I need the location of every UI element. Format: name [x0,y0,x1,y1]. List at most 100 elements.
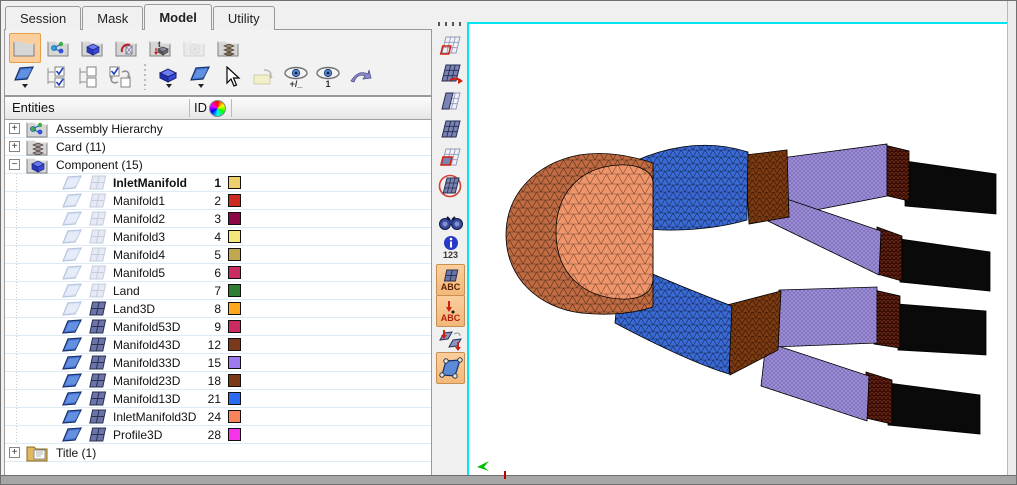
geometry-icon[interactable] [61,354,83,372]
mesh-icon[interactable] [88,408,108,426]
visualization-button[interactable] [436,352,465,384]
show-hide-button[interactable]: +/_ [281,63,311,91]
tree-component-row[interactable]: Manifold23D18 [5,372,431,390]
mesh-icon[interactable] [88,210,108,228]
color-swatch[interactable] [228,284,241,297]
tree-component-row[interactable]: Manifold45 [5,246,431,264]
spherical-clip-button[interactable] [436,172,465,200]
color-wheel-icon[interactable] [209,100,226,117]
tree-component-row[interactable]: Manifold33D15 [5,354,431,372]
expand-toggle[interactable]: + [9,123,20,134]
geometry-icon[interactable] [61,318,83,336]
viewport-3d[interactable] [467,22,1010,478]
mesh-icon[interactable] [88,318,108,336]
mesh-icon[interactable] [88,390,108,408]
display-feature-mode-button[interactable] [436,145,465,173]
component-view-button[interactable] [77,33,109,63]
geometry-icon[interactable] [61,210,83,228]
tree-component-row[interactable]: Manifold12 [5,192,431,210]
color-swatch[interactable] [228,302,241,315]
tab-session[interactable]: Session [5,6,81,30]
pointer-select-button[interactable] [217,63,247,91]
display-filled-mode-button[interactable] [436,117,465,145]
geometry-icon[interactable] [61,408,83,426]
mesh-icon[interactable] [88,264,108,282]
color-swatch[interactable] [228,428,241,441]
display-wire-mode-button[interactable] [436,33,465,61]
tree-component-row[interactable]: Manifold56 [5,264,431,282]
element-collector-dropdown[interactable] [153,63,183,91]
mesh-icon[interactable] [88,228,108,246]
tree-component-row[interactable]: Manifold53D9 [5,318,431,336]
color-swatch[interactable] [228,194,241,207]
id-column-header[interactable]: ID [194,100,207,115]
geometry-icon[interactable] [61,426,83,444]
display-mixed-mode-button[interactable] [436,89,465,117]
folder-view-button[interactable] [9,33,41,63]
geometry-icon[interactable] [61,372,83,390]
geometry-icon[interactable] [61,246,83,264]
geometry-icon[interactable] [61,390,83,408]
mesh-icon[interactable] [88,300,108,318]
element-labels-button[interactable]: ABC [436,264,465,296]
tab-mask[interactable]: Mask [82,6,143,30]
undo-view-button[interactable] [345,63,375,91]
tab-utility[interactable]: Utility [213,6,275,30]
tree-component-row[interactable]: InletManifold3D24 [5,408,431,426]
reverse-check-button[interactable] [105,63,135,91]
mesh-icon[interactable] [88,336,108,354]
numbers-button[interactable]: 123 [436,230,465,264]
expand-toggle[interactable]: + [9,141,20,152]
tree-component-row[interactable]: Manifold43D12 [5,336,431,354]
tree-component-row[interactable]: Land3D8 [5,300,431,318]
collapse-toggle[interactable]: − [9,159,20,170]
geometry-icon[interactable] [61,228,83,246]
color-swatch[interactable] [228,320,241,333]
color-swatch[interactable] [228,410,241,423]
geometry-icon[interactable] [61,192,83,210]
tree-component-row[interactable]: Manifold23 [5,210,431,228]
tree-component-row[interactable]: Manifold13D21 [5,390,431,408]
mesh-icon[interactable] [88,282,108,300]
load-labels-button[interactable]: ABC [436,295,465,327]
tree-group-row[interactable]: −Component (15) [5,156,431,174]
geometry-icon[interactable] [61,336,83,354]
color-swatch[interactable] [228,338,241,351]
import-view-button[interactable]: t [145,33,177,63]
display-shaded-mesh-button[interactable] [436,61,465,89]
tree-component-row[interactable]: Manifold34 [5,228,431,246]
toolbar-drag-handle[interactable] [438,22,464,26]
mesh-icon[interactable] [88,192,108,210]
mesh-icon[interactable] [88,426,108,444]
color-swatch[interactable] [228,248,241,261]
color-swatch[interactable] [228,266,241,279]
color-swatch[interactable] [228,212,241,225]
tree-group-row[interactable]: +Card (11) [5,138,431,156]
uncheck-all-button[interactable] [73,63,103,91]
color-swatch[interactable] [228,176,241,189]
color-swatch[interactable] [228,356,241,369]
mesh-icon[interactable] [88,354,108,372]
collector-dropdown-2[interactable] [185,63,215,91]
mesh-icon[interactable] [88,372,108,390]
expand-toggle[interactable]: + [9,447,20,458]
geometry-icon[interactable] [61,300,83,318]
tree-component-row[interactable]: Land7 [5,282,431,300]
tree-component-row[interactable]: Profile3D28 [5,426,431,444]
mesh-icon[interactable] [88,174,108,192]
color-swatch[interactable] [228,374,241,387]
tab-model[interactable]: Model [144,4,212,30]
color-swatch[interactable] [228,392,241,405]
tree-group-row[interactable]: +Title (1) [5,444,431,462]
component-collector-dropdown[interactable] [9,63,39,91]
tree-group-row[interactable]: +Assembly Hierarchy [5,120,431,138]
mesh-icon[interactable] [88,246,108,264]
geometry-icon[interactable] [61,282,83,300]
tree-component-row[interactable]: InletManifold1 [5,174,431,192]
geometry-icon[interactable] [61,174,83,192]
geometry-icon[interactable] [61,264,83,282]
entity-link-view-button[interactable] [43,33,75,63]
arrows-sync-button[interactable] [436,326,465,354]
color-swatch[interactable] [228,230,241,243]
stack-view-button[interactable] [213,33,245,63]
